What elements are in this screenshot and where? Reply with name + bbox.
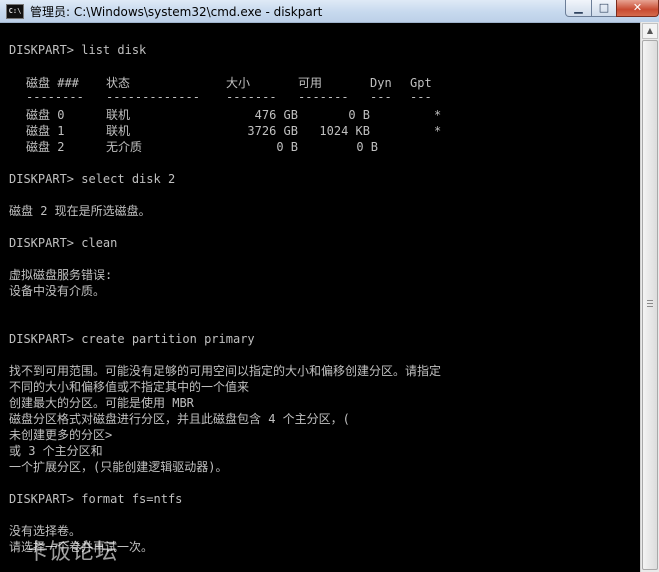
table-separator: -------- xyxy=(26,90,84,104)
table-cell-disk: 磁盘 1 xyxy=(26,124,65,138)
table-cell-status: 联机 xyxy=(106,124,131,138)
command-line: DISKPART> create partition primary xyxy=(9,332,255,346)
command-line: DISKPART> select disk 2 xyxy=(9,172,176,186)
table-separator: --- xyxy=(410,90,432,104)
table-cell-gpt: * xyxy=(434,124,442,138)
table-cell-gpt: * xyxy=(434,108,442,122)
grip-line xyxy=(647,306,653,307)
error-line: 不同的大小和偏移值或不指定其中的一个值来 xyxy=(9,380,250,394)
error-line: 未创建更多的分区> xyxy=(9,428,113,442)
maximize-button[interactable]: □ xyxy=(591,0,617,17)
title-bar[interactable]: C:\ 管理员: C:\Windows\system32\cmd.exe - d… xyxy=(0,0,659,23)
table-separator: ------- xyxy=(298,90,349,104)
scroll-up-arrow-icon[interactable]: ▲ xyxy=(642,23,658,39)
table-cell-size: 476 GB xyxy=(254,108,298,122)
close-button[interactable]: ✕ xyxy=(616,0,659,17)
vertical-scrollbar[interactable]: ▲ xyxy=(640,22,659,572)
minimize-button[interactable]: ▁ xyxy=(565,0,592,17)
window-title: 管理员: C:\Windows\system32\cmd.exe - diskp… xyxy=(30,5,323,19)
table-cell-size: 0 B xyxy=(276,140,298,154)
table-cell-disk: 磁盘 2 xyxy=(26,140,65,154)
command-line: DISKPART> list disk xyxy=(9,43,147,57)
grip-line xyxy=(647,300,653,301)
table-cell-free: 0 B xyxy=(356,140,378,154)
cmd-app-icon[interactable]: C:\ xyxy=(6,4,24,19)
error-line: 或 3 个主分区和 xyxy=(9,444,103,458)
table-separator: ------------- xyxy=(106,90,200,104)
table-separator: ------- xyxy=(226,90,277,104)
table-cell-status: 无介质 xyxy=(106,140,143,154)
grip-line xyxy=(647,303,653,304)
error-line: 创建最大的分区。可能是使用 MBR xyxy=(9,396,194,410)
error-line: 找不到可用范围。可能没有足够的可用空间以指定的大小和偏移创建分区。请指定 xyxy=(9,364,442,378)
table-separator: --- xyxy=(370,90,392,104)
table-cell-free: 0 B xyxy=(348,108,370,122)
table-cell-size: 3726 GB xyxy=(247,124,298,138)
command-line: DISKPART> clean xyxy=(9,236,118,250)
scrollbar-thumb[interactable] xyxy=(642,40,658,570)
table-cell-disk: 磁盘 0 xyxy=(26,108,65,122)
error-line: 一个扩展分区，(只能创建逻辑驱动器)。 xyxy=(9,460,228,474)
error-line: 虚拟磁盘服务错误: xyxy=(9,268,113,282)
error-line: 磁盘分区格式对磁盘进行分区，并且此磁盘包含 4 个主分区，( xyxy=(9,412,350,426)
error-line: 设备中没有介质。 xyxy=(9,284,106,298)
output-line: 磁盘 2 现在是所选磁盘。 xyxy=(9,204,151,218)
console-output[interactable]: DISKPART> list disk 磁盘 ### 状态 大小 可用 Dyn … xyxy=(0,22,640,572)
table-cell-status: 联机 xyxy=(106,108,131,122)
forum-watermark: 卡饭论坛 xyxy=(26,540,119,565)
table-cell-free: 1024 KB xyxy=(319,124,370,138)
command-line: DISKPART> format fs=ntfs xyxy=(9,492,183,506)
